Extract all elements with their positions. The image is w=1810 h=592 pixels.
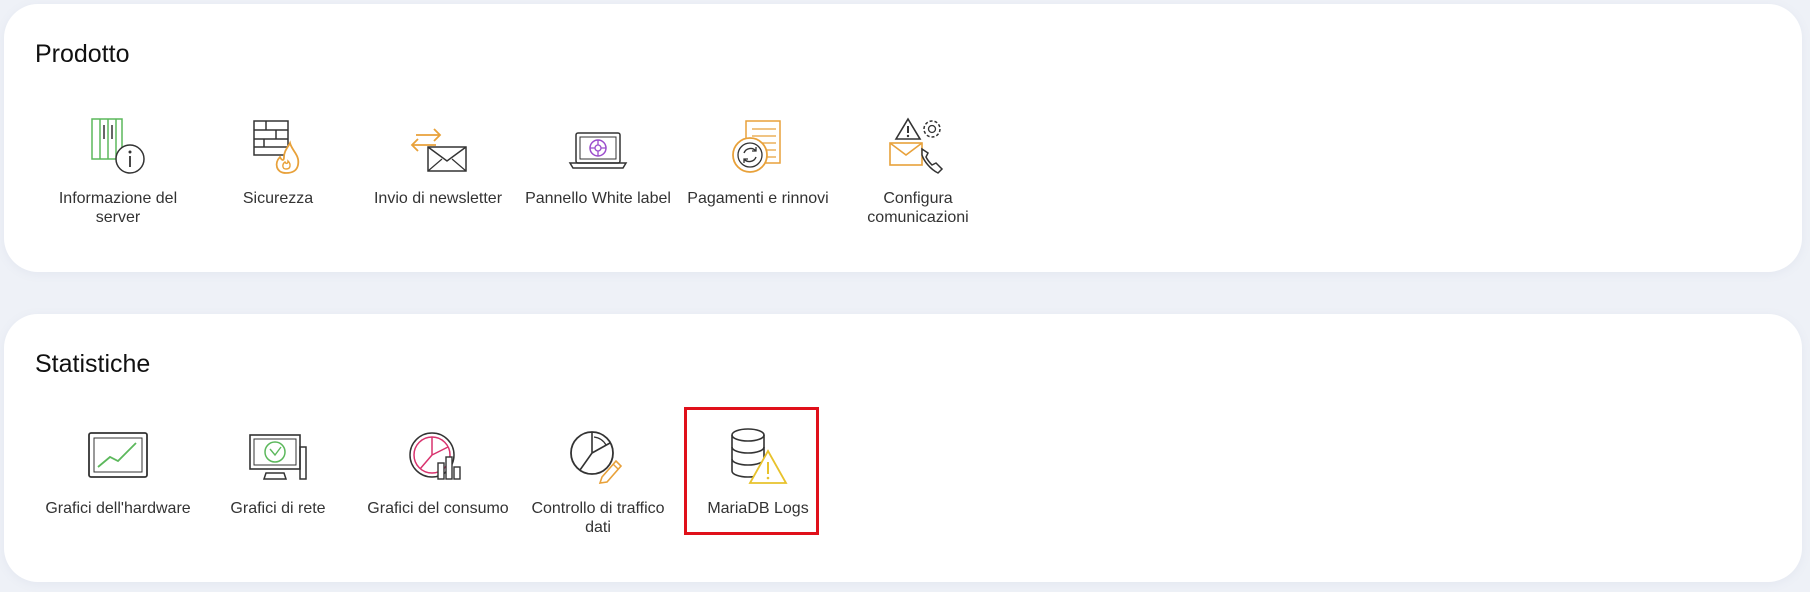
tile-configura-comunicazioni[interactable]: Configura comunicazioni [838, 111, 998, 227]
tile-informazione-server[interactable]: Informazione del server [38, 111, 198, 227]
tile-label: Pannello White label [525, 190, 671, 207]
prodotto-tiles: Informazione del server Sicurezza Invio … [38, 111, 998, 227]
section-title: Prodotto [35, 40, 130, 68]
tile-sicurezza[interactable]: Sicurezza [198, 111, 358, 227]
network-chart-icon [238, 421, 318, 493]
tile-mariadb-logs[interactable]: MariaDB Logs [678, 421, 838, 537]
tile-label: Configura comunicazioni [867, 190, 969, 226]
consumption-chart-icon [398, 421, 478, 493]
tile-label: Sicurezza [242, 190, 314, 207]
section-statistiche: Statistiche Grafici dell'hardware Grafic… [4, 314, 1802, 582]
tile-pagamenti-rinnovi[interactable]: Pagamenti e rinnovi [678, 111, 838, 227]
tile-invio-newsletter[interactable]: Invio di newsletter [358, 111, 518, 227]
white-label-laptop-icon [558, 111, 638, 183]
tile-label: Informazione del server [58, 190, 178, 226]
tile-label: Grafici dell'hardware [45, 500, 191, 517]
section-prodotto: Prodotto Informazione del server Sicurez… [4, 4, 1802, 272]
tile-grafici-rete[interactable]: Grafici di rete [198, 421, 358, 537]
payments-renewal-icon [718, 111, 798, 183]
tile-label: Invio di newsletter [373, 190, 503, 207]
tile-grafici-consumo[interactable]: Grafici del consumo [358, 421, 518, 537]
tile-controllo-traffico[interactable]: Controllo di traffico dati [518, 421, 678, 537]
statistiche-tiles: Grafici dell'hardware Grafici di rete Gr… [38, 421, 838, 537]
newsletter-icon [398, 111, 478, 183]
section-title: Statistiche [35, 350, 151, 378]
hardware-chart-icon [78, 421, 158, 493]
tile-label: Grafici di rete [230, 500, 326, 517]
traffic-control-icon [558, 421, 638, 493]
server-info-icon [78, 111, 158, 183]
tile-label: MariaDB Logs [707, 500, 809, 517]
tile-label: Grafici del consumo [367, 500, 509, 517]
tile-pannello-white-label[interactable]: Pannello White label [518, 111, 678, 227]
tile-grafici-hardware[interactable]: Grafici dell'hardware [38, 421, 198, 537]
tile-label: Controllo di traffico dati [531, 500, 665, 536]
database-warning-icon [718, 421, 798, 493]
communications-settings-icon [878, 111, 958, 183]
firewall-icon [238, 111, 318, 183]
tile-label: Pagamenti e rinnovi [687, 190, 829, 207]
